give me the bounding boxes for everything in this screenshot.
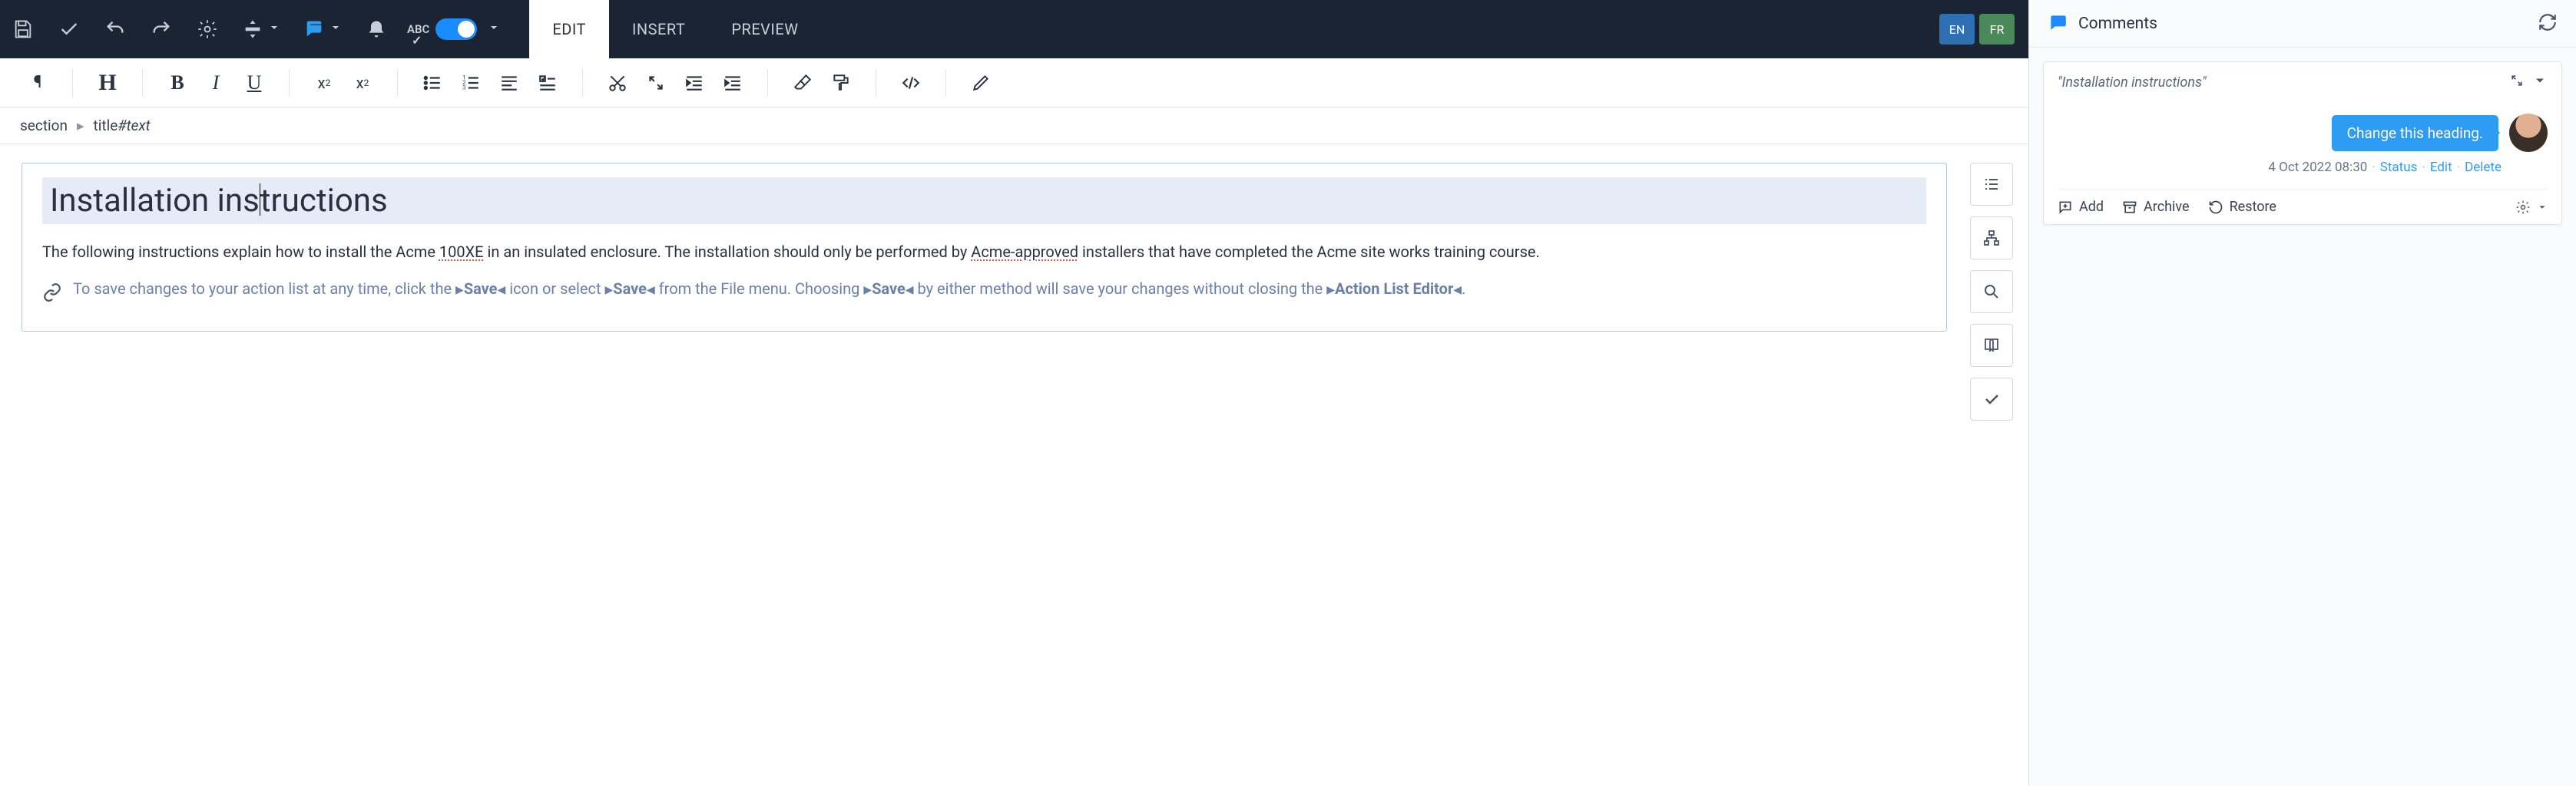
doc-title[interactable]: Installation instructions bbox=[42, 177, 1926, 224]
tab-edit[interactable]: EDIT bbox=[529, 0, 609, 58]
collapse-comment-icon[interactable] bbox=[2509, 73, 2525, 92]
breadcrumb: section ▸ title#text bbox=[0, 107, 2028, 144]
bold-icon[interactable]: B bbox=[158, 64, 197, 101]
save-icon[interactable] bbox=[0, 0, 46, 58]
approve-icon[interactable] bbox=[1970, 378, 2013, 421]
paragraph-icon[interactable]: ¶ bbox=[18, 64, 57, 101]
chevron-down-icon bbox=[329, 21, 342, 37]
book-icon[interactable] bbox=[1970, 324, 2013, 367]
code-icon[interactable] bbox=[892, 64, 930, 101]
bulleted-list-icon[interactable] bbox=[413, 64, 452, 101]
chevron-right-icon: ▸ bbox=[77, 117, 84, 134]
indent-icon[interactable] bbox=[714, 64, 752, 101]
refresh-icon[interactable] bbox=[2538, 12, 2558, 35]
abc-check-icon: ABC bbox=[407, 24, 429, 35]
toc-icon[interactable] bbox=[1970, 163, 2013, 206]
linked-content[interactable]: To save changes to your action list at a… bbox=[42, 276, 1926, 309]
superscript-icon[interactable]: x2 bbox=[305, 64, 343, 101]
comment-reference: "Installation instructions" bbox=[2058, 74, 2207, 91]
chevron-down-icon[interactable] bbox=[2532, 73, 2548, 92]
settings-gear-icon[interactable] bbox=[184, 0, 230, 58]
cut-icon[interactable] bbox=[598, 64, 637, 101]
redo-icon[interactable] bbox=[138, 0, 184, 58]
doc-paragraph[interactable]: The following instructions explain how t… bbox=[42, 239, 1926, 264]
bell-icon[interactable] bbox=[353, 0, 399, 58]
comment-meta: 4 Oct 2022 08:30·Status·Edit·Delete bbox=[2058, 160, 2548, 175]
chevron-down-icon[interactable] bbox=[488, 21, 500, 37]
side-actions bbox=[1970, 163, 2013, 768]
outdent-icon[interactable] bbox=[675, 64, 714, 101]
heading-icon[interactable]: H bbox=[88, 64, 127, 101]
italic-icon[interactable]: I bbox=[197, 64, 235, 101]
subscript-icon[interactable]: x2 bbox=[343, 64, 382, 101]
fullscreen-icon[interactable] bbox=[230, 0, 292, 58]
restore-button[interactable]: Restore bbox=[2208, 199, 2276, 215]
comment-bubble: Change this heading. bbox=[2332, 115, 2498, 151]
comments-title: Comments bbox=[2078, 15, 2538, 33]
editor-card[interactable]: Installation instructions The following … bbox=[22, 163, 1947, 332]
lang-en[interactable]: EN bbox=[1939, 14, 1975, 45]
archive-button[interactable]: Archive bbox=[2122, 199, 2190, 215]
checklist-icon[interactable] bbox=[528, 64, 567, 101]
svg-text:3: 3 bbox=[462, 84, 465, 91]
align-icon[interactable] bbox=[490, 64, 528, 101]
numbered-list-icon[interactable]: 123 bbox=[452, 64, 490, 101]
comment-bubble-icon bbox=[2048, 12, 2068, 35]
spellcheck-switch[interactable] bbox=[435, 18, 477, 40]
status-link[interactable]: Status bbox=[2380, 160, 2418, 175]
edit-pencil-icon[interactable] bbox=[962, 64, 1000, 101]
check-icon[interactable] bbox=[46, 0, 92, 58]
link-icon bbox=[42, 282, 62, 309]
comment-settings[interactable] bbox=[2515, 200, 2548, 215]
spellcheck-toggle[interactable]: ABC bbox=[399, 18, 508, 40]
search-icon[interactable] bbox=[1970, 270, 2013, 313]
tab-insert[interactable]: INSERT bbox=[609, 0, 708, 58]
language-switcher: EN FR bbox=[1939, 14, 2028, 45]
delete-link[interactable]: Delete bbox=[2465, 160, 2502, 175]
mode-tabs: EDIT INSERT PREVIEW bbox=[529, 0, 821, 58]
chevron-down-icon bbox=[268, 21, 280, 37]
comment-card: "Installation instructions" Change this … bbox=[2043, 61, 2562, 225]
crumb-section[interactable]: section bbox=[20, 117, 68, 134]
sitemap-icon[interactable] bbox=[1970, 216, 2013, 259]
avatar bbox=[2509, 114, 2548, 152]
eraser-icon[interactable] bbox=[783, 64, 822, 101]
underline-icon[interactable]: U bbox=[235, 64, 273, 101]
collapse-icon[interactable] bbox=[637, 64, 675, 101]
tab-preview[interactable]: PREVIEW bbox=[708, 0, 821, 58]
edit-link[interactable]: Edit bbox=[2430, 160, 2452, 175]
topbar: ABC EDIT INSERT PREVIEW EN FR bbox=[0, 0, 2028, 58]
format-painter-icon[interactable] bbox=[822, 64, 860, 101]
add-comment-button[interactable]: Add bbox=[2058, 199, 2104, 215]
crumb-title[interactable]: title#text bbox=[94, 117, 151, 134]
comments-toggle-icon[interactable] bbox=[292, 0, 353, 58]
format-toolbar: ¶ H B I U x2 x2 123 bbox=[0, 58, 2028, 107]
undo-icon[interactable] bbox=[92, 0, 138, 58]
lang-fr[interactable]: FR bbox=[1979, 14, 2015, 45]
comments-panel: Comments "Installation instructions" Cha… bbox=[2029, 0, 2576, 786]
